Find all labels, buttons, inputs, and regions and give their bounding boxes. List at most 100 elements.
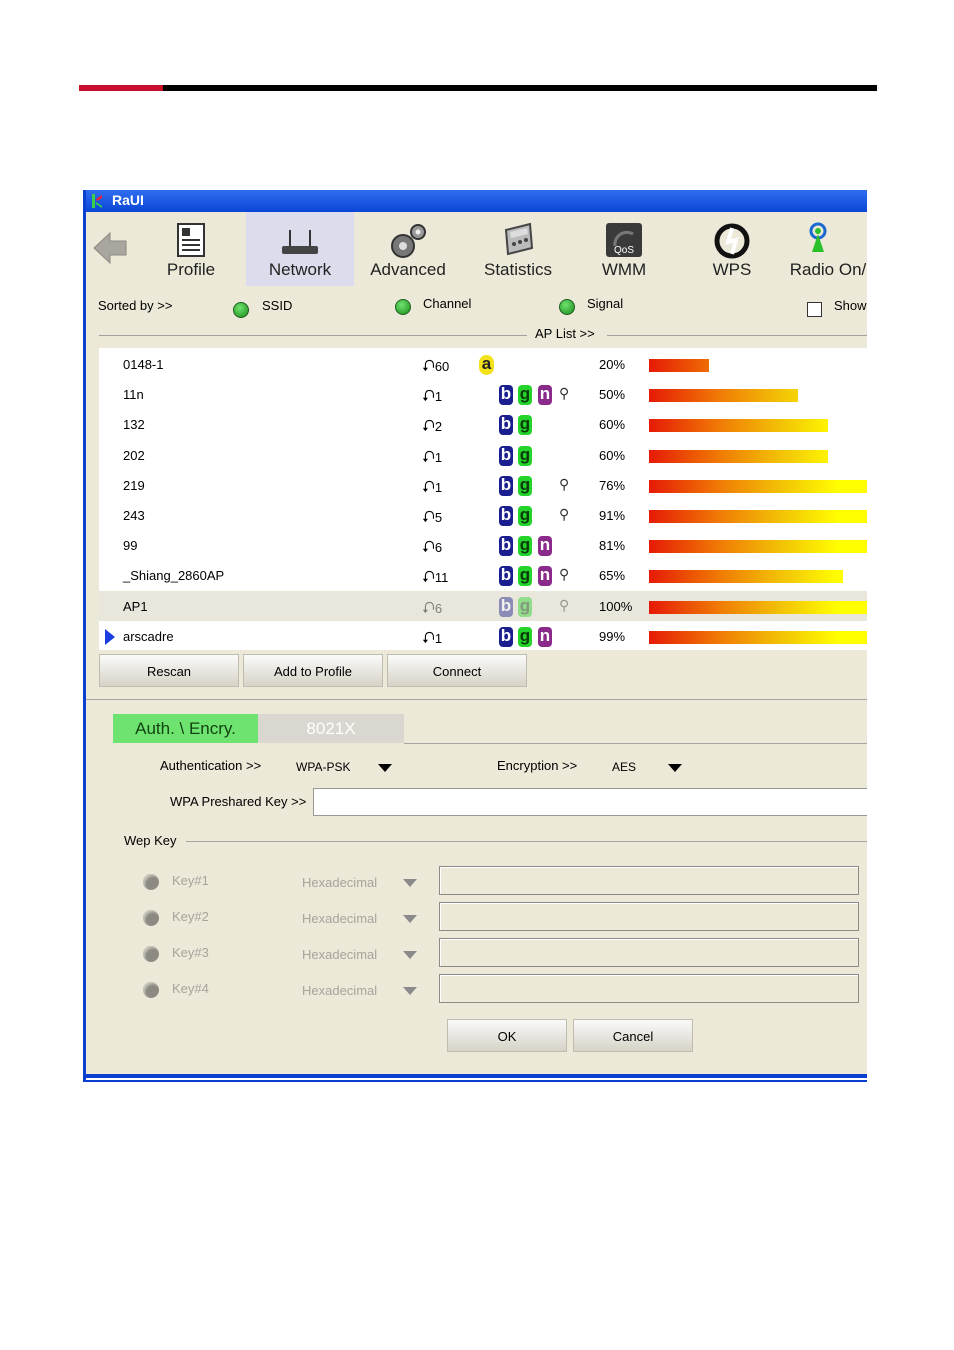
- wep-format-dropdown-icon[interactable]: [403, 879, 417, 887]
- psk-label: WPA Preshared Key >>: [170, 794, 307, 809]
- wep-key-input[interactable]: [439, 974, 859, 1003]
- ap-channel: ⮏1: [422, 476, 442, 503]
- table-row[interactable]: arscadre ⮏1 b g n 99%: [99, 621, 867, 651]
- wep-divider: [186, 841, 867, 842]
- ap-ssid: 243: [123, 508, 145, 523]
- ok-button[interactable]: OK: [447, 1019, 567, 1052]
- wep-key-input[interactable]: [439, 902, 859, 931]
- channel-icon: ⮏: [422, 388, 435, 406]
- raui-logo-icon: [92, 194, 102, 208]
- show-checkbox[interactable]: [807, 302, 822, 317]
- mode-a-badge: a: [479, 355, 494, 375]
- signal-bar: [649, 419, 828, 433]
- tab-auth-encry[interactable]: Auth. \ Encry.: [113, 714, 258, 743]
- table-row[interactable]: 11n ⮏1 b g n ⚲ 50%: [99, 379, 867, 409]
- wep-key-radio[interactable]: [143, 910, 159, 926]
- toolbar-statistics[interactable]: Statistics: [464, 212, 572, 286]
- wep-key-label: Wep Key: [124, 833, 177, 848]
- tab-8021x[interactable]: 8021X: [258, 714, 404, 743]
- mode-b-badge: b: [499, 384, 513, 406]
- key-icon: ⚲: [559, 506, 570, 522]
- toolbar-network-label: Network: [268, 260, 332, 279]
- mode-n-badge: n: [538, 565, 552, 587]
- table-row[interactable]: AP1 ⮏6 b g ⚲ 100%: [99, 590, 867, 621]
- sort-channel-label: Channel: [423, 296, 472, 311]
- authentication-dropdown-icon[interactable]: [378, 764, 392, 772]
- ap-signal: 60%: [599, 417, 626, 433]
- toolbar-wmm-label: WMM: [601, 260, 647, 279]
- page-header-rule: [79, 85, 877, 91]
- toolbar-wps-label: WPS: [712, 260, 752, 279]
- key-icon: ⚲: [559, 475, 570, 492]
- toolbar-wps[interactable]: WPS: [680, 212, 784, 286]
- table-row[interactable]: 243 ⮏5 b g ⚲ 91%: [99, 500, 867, 530]
- key-icon: ⚲: [559, 596, 570, 613]
- ap-ssid: 11n: [123, 387, 144, 403]
- authentication-value[interactable]: WPA-PSK: [296, 760, 350, 774]
- encryption-value[interactable]: AES: [612, 760, 636, 774]
- table-row[interactable]: 132 ⮏2 b g 60%: [99, 409, 867, 439]
- add-to-profile-button[interactable]: Add to Profile: [243, 654, 383, 687]
- toolbar-network[interactable]: Network: [246, 212, 354, 286]
- ap-list[interactable]: 0148-1 ⮏60 a 20% 11n ⮏1 b g n ⚲ 50% 132 ⮏2 b g 60% 202 ⮏1…: [99, 348, 867, 650]
- channel-icon: ⮏: [422, 539, 435, 557]
- rescan-button[interactable]: Rescan: [99, 654, 239, 687]
- wep-key-radio[interactable]: [143, 982, 159, 998]
- table-row[interactable]: 0148-1 ⮏60 a 20%: [99, 349, 867, 379]
- wep-format-dropdown-icon[interactable]: [403, 951, 417, 959]
- sort-signal-radio[interactable]: [559, 299, 575, 315]
- channel-icon: ⮏: [422, 599, 435, 617]
- psk-input[interactable]: [313, 788, 867, 816]
- wep-key-radio[interactable]: [143, 874, 159, 890]
- signal-bar: [649, 479, 867, 493]
- header-accent: [79, 85, 163, 91]
- signal-bar: [649, 600, 867, 614]
- wep-format-dropdown-icon[interactable]: [403, 915, 417, 923]
- toolbar-radio[interactable]: Radio On/: [786, 212, 867, 286]
- aplist-label: AP List >>: [535, 326, 595, 341]
- encryption-dropdown-icon[interactable]: [668, 764, 682, 772]
- table-row[interactable]: _Shiang_2860AP ⮏11 b g n ⚲ 65%: [99, 560, 867, 590]
- back-arrow-icon[interactable]: [92, 230, 128, 266]
- cancel-button[interactable]: Cancel: [573, 1019, 693, 1052]
- toolbar-radio-label: Radio On/: [789, 260, 867, 279]
- wep-key-format[interactable]: Hexadecimal: [302, 947, 377, 962]
- wep-key-format[interactable]: Hexadecimal: [302, 983, 377, 998]
- connect-button[interactable]: Connect: [387, 654, 527, 687]
- table-row[interactable]: 202 ⮏1 b g 60%: [99, 440, 867, 470]
- toolbar-profile[interactable]: Profile: [138, 212, 244, 286]
- channel-icon: ⮏: [422, 629, 435, 647]
- wep-key-input[interactable]: [439, 866, 859, 895]
- ap-signal: 60%: [599, 447, 626, 463]
- toolbar-advanced[interactable]: Advanced: [356, 212, 460, 286]
- table-row[interactable]: 219 ⮏1 b g ⚲ 76%: [99, 470, 867, 500]
- ap-channel: ⮏60: [422, 355, 449, 382]
- sort-channel-radio[interactable]: [395, 299, 411, 315]
- ap-channel-number: 60: [434, 359, 450, 374]
- ap-channel-number: 1: [434, 479, 443, 495]
- signal-bar: [649, 359, 709, 372]
- sort-label: Sorted by >>: [98, 298, 173, 313]
- ap-channel-number: 1: [434, 630, 443, 646]
- wep-key-format[interactable]: Hexadecimal: [302, 911, 377, 926]
- table-row[interactable]: 99 ⮏6 b g n 81%: [99, 530, 867, 560]
- encryption-label: Encryption >>: [497, 758, 578, 773]
- wep-key-radio[interactable]: [143, 946, 159, 962]
- wep-key-format[interactable]: Hexadecimal: [302, 875, 377, 890]
- mode-b-badge: b: [499, 474, 513, 496]
- ap-channel: ⮏6: [422, 536, 442, 563]
- ap-channel-number: 1: [434, 389, 443, 405]
- wep-format-dropdown-icon[interactable]: [403, 987, 417, 995]
- wep-key-input[interactable]: [439, 938, 859, 967]
- mode-g-badge: g: [518, 565, 532, 587]
- ap-signal: 76%: [599, 477, 626, 493]
- mode-g-badge: g: [518, 474, 532, 496]
- connected-indicator-icon: [105, 628, 115, 645]
- signal-bar: [649, 449, 828, 463]
- sort-ssid-radio[interactable]: [233, 302, 249, 318]
- profile-icon: [177, 223, 205, 257]
- mode-g-badge: g: [518, 535, 532, 557]
- toolbar-wmm[interactable]: QoS WMM: [572, 212, 676, 286]
- mode-g-badge: g: [518, 595, 532, 617]
- show-label: Show: [834, 298, 867, 313]
